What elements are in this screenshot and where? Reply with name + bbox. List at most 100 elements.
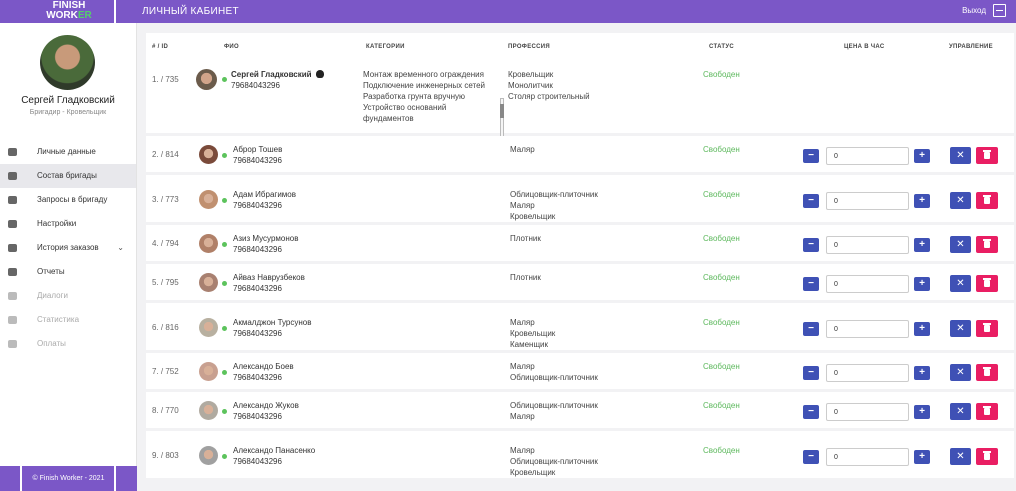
logo[interactable]: FINISH WORKER <box>27 0 111 23</box>
member-name[interactable]: Адам Ибрагимов <box>233 190 296 199</box>
row-id: 8. / 770 <box>152 406 179 415</box>
price-increase-button[interactable]: + <box>914 194 930 208</box>
avatar <box>199 145 218 164</box>
sidebar-item-0[interactable]: Личные данные <box>0 140 136 164</box>
price-increase-button[interactable]: + <box>914 149 930 163</box>
online-dot <box>222 77 227 82</box>
delete-button[interactable] <box>976 192 998 209</box>
member-name[interactable]: Айваз Наврузбеков <box>233 273 305 282</box>
online-dot <box>222 198 227 203</box>
profession-item: Маляр <box>510 362 535 371</box>
delete-button[interactable] <box>976 147 998 164</box>
sidebar-item-7[interactable]: Статистика <box>0 308 136 332</box>
crew-table: # / ID ФИО КАТЕГОРИИ ПРОФЕССИЯ СТАТУС ЦЕ… <box>146 33 1014 481</box>
price-input[interactable] <box>826 275 909 293</box>
price-increase-button[interactable]: + <box>914 450 930 464</box>
delete-button[interactable] <box>976 320 998 337</box>
sidebar-item-6[interactable]: Диалоги <box>0 284 136 308</box>
person-icon <box>8 148 17 156</box>
price-increase-button[interactable]: + <box>914 405 930 419</box>
sidebar-item-8[interactable]: Оплаты <box>0 332 136 356</box>
remove-member-button[interactable]: ✕ <box>950 364 971 381</box>
price-increase-button[interactable]: + <box>914 322 930 336</box>
sidebar-item-5[interactable]: Отчеты <box>0 260 136 284</box>
price-decrease-button[interactable]: − <box>803 194 819 208</box>
category-item: фундаментов <box>363 114 414 123</box>
remove-member-button[interactable]: ✕ <box>950 275 971 292</box>
profession-item: Облицовщик-плиточник <box>510 401 598 410</box>
price-increase-button[interactable]: + <box>914 277 930 291</box>
chevron-down-icon[interactable]: ⌄ <box>117 236 124 260</box>
logout-icon[interactable] <box>993 4 1006 17</box>
price-increase-button[interactable]: + <box>914 366 930 380</box>
profession-list: Маляр Облицовщик-плиточник <box>510 361 598 383</box>
member-name[interactable]: Акмалджон Турсунов <box>233 318 311 327</box>
sidebar-item-2[interactable]: Запросы в бригаду <box>0 188 136 212</box>
price-increase-button[interactable]: + <box>914 238 930 252</box>
member-phone: 79684043296 <box>233 373 282 382</box>
col-manage-header: УПРАВЛЕНИЕ <box>949 44 993 50</box>
price-input[interactable] <box>826 147 909 165</box>
price-decrease-button[interactable]: − <box>803 149 819 163</box>
sidebar-item-4[interactable]: История заказов ⌄ <box>0 236 136 260</box>
member-name[interactable]: Азиз Мусурмонов <box>233 234 298 243</box>
category-list[interactable]: Монтаж временного ограждения Подключение … <box>363 69 485 124</box>
avatar <box>196 69 217 90</box>
scroll-thumb[interactable] <box>500 104 504 118</box>
user-role: Бригадир - Кровельщик <box>29 109 107 116</box>
table-row-leader: 1. / 735 Сергей Гладковский 79684043296 … <box>146 61 1014 154</box>
table-row: 4. / 794 Азиз Мусурмонов 79684043296 Плотни… <box>146 225 1014 261</box>
sidebar-item-label: Диалоги <box>37 291 68 300</box>
member-name[interactable]: Александо Боев <box>233 362 294 371</box>
col-id-header: # / ID <box>152 44 169 50</box>
profession-item: Плотник <box>510 273 541 282</box>
clipboard-icon <box>8 268 17 276</box>
price-decrease-button[interactable]: − <box>803 277 819 291</box>
profession-item: Кровельщик <box>510 468 556 477</box>
price-decrease-button[interactable]: − <box>803 238 819 252</box>
price-input[interactable] <box>826 403 909 421</box>
delete-button[interactable] <box>976 448 998 465</box>
price-decrease-button[interactable]: − <box>803 366 819 380</box>
profession-item: Маляр <box>510 446 535 455</box>
avatar <box>199 190 218 209</box>
status-label: Свободен <box>703 401 740 410</box>
price-decrease-button[interactable]: − <box>803 322 819 336</box>
member-name[interactable]: Аброр Тошев <box>233 145 282 154</box>
remove-member-button[interactable]: ✕ <box>950 320 971 337</box>
price-input[interactable] <box>826 236 909 254</box>
profession-item: Столяр строительный <box>508 92 590 101</box>
delete-button[interactable] <box>976 403 998 420</box>
sidebar-item-1[interactable]: Состав бригады <box>0 164 136 188</box>
remove-member-button[interactable]: ✕ <box>950 403 971 420</box>
row-id: 1. / 735 <box>152 75 179 84</box>
price-decrease-button[interactable]: − <box>803 405 819 419</box>
online-dot <box>222 326 227 331</box>
table-row: 3. / 773 Адам Ибрагимов 79684043296 Облицов… <box>146 175 1014 222</box>
table-row: 2. / 814 Аброр Тошев 79684043296 Маляр Свобо… <box>146 136 1014 172</box>
price-input[interactable] <box>826 192 909 210</box>
remove-member-button[interactable]: ✕ <box>950 192 971 209</box>
table-row: 6. / 816 Акмалджон Турсунов 79684043296 Мал… <box>146 303 1014 350</box>
price-input[interactable] <box>826 448 909 466</box>
profession-item: Маляр <box>510 145 535 154</box>
sidebar-item-label: Отчеты <box>37 267 65 276</box>
logout-link[interactable]: Выход <box>962 6 986 15</box>
member-name[interactable]: Александо Панасенко <box>233 446 315 455</box>
remove-member-button[interactable]: ✕ <box>950 236 971 253</box>
member-name[interactable]: Сергей Гладковский <box>231 70 324 79</box>
online-dot <box>222 454 227 459</box>
price-input[interactable] <box>826 320 909 338</box>
delete-button[interactable] <box>976 275 998 292</box>
delete-button[interactable] <box>976 364 998 381</box>
sidebar-item-label: Личные данные <box>37 147 96 156</box>
profession-list: Маляр <box>510 144 535 155</box>
sidebar-item-3[interactable]: Настройки <box>0 212 136 236</box>
price-input[interactable] <box>826 364 909 382</box>
delete-button[interactable] <box>976 236 998 253</box>
remove-member-button[interactable]: ✕ <box>950 147 971 164</box>
member-name[interactable]: Александо Жуков <box>233 401 299 410</box>
price-decrease-button[interactable]: − <box>803 450 819 464</box>
sidebar-item-label: Запросы в бригаду <box>37 195 108 204</box>
remove-member-button[interactable]: ✕ <box>950 448 971 465</box>
